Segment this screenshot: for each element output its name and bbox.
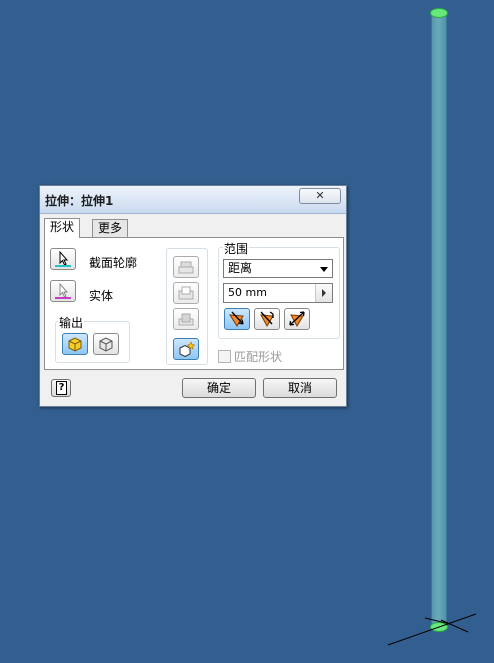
cut-icon bbox=[178, 286, 194, 300]
extents-type-value: 距离 bbox=[228, 261, 253, 275]
join-icon bbox=[178, 261, 194, 274]
close-icon: ✕ bbox=[315, 189, 325, 202]
new-solid-icon bbox=[179, 341, 195, 357]
dialog-titlebar[interactable]: 拉伸：拉伸1 ✕ bbox=[40, 186, 346, 214]
join-button[interactable] bbox=[173, 256, 199, 278]
ok-button[interactable]: 确定 bbox=[182, 378, 256, 398]
symmetric-button[interactable] bbox=[284, 308, 310, 330]
new-solid-button[interactable] bbox=[173, 338, 199, 360]
solid-label: 实体 bbox=[89, 289, 114, 303]
tab-more[interactable]: 更多 bbox=[92, 219, 129, 237]
output-solid-button[interactable] bbox=[62, 333, 88, 355]
cursor-arrow-icon bbox=[55, 251, 71, 267]
direction-1-button[interactable] bbox=[224, 308, 250, 330]
extrude-dialog: 拉伸：拉伸1 ✕ 形状 更多 截面轮廓 实体 输出 范围 距离 50 mm 匹配… bbox=[39, 185, 347, 407]
intersect-icon bbox=[178, 313, 194, 326]
help-button[interactable]: ? bbox=[51, 379, 71, 397]
distance-value: 50 mm bbox=[228, 286, 267, 299]
cut-button[interactable] bbox=[173, 282, 199, 304]
extents-group-title: 范围 bbox=[223, 240, 250, 257]
intersect-button[interactable] bbox=[173, 308, 199, 330]
help-icon: ? bbox=[56, 381, 67, 395]
direction-2-button[interactable] bbox=[254, 308, 280, 330]
cancel-button[interactable]: 取消 bbox=[263, 378, 337, 398]
profile-select-button[interactable] bbox=[50, 248, 76, 270]
surface-cube-icon bbox=[99, 337, 113, 352]
profile-label: 截面轮廓 bbox=[89, 256, 138, 270]
cursor-arrow-icon bbox=[55, 283, 71, 299]
dialog-title: 拉伸：拉伸1 bbox=[45, 194, 114, 208]
output-group-title: 输出 bbox=[58, 314, 85, 331]
chevron-down-icon bbox=[320, 267, 328, 272]
direction-2-icon bbox=[260, 311, 274, 327]
match-shape-checkbox[interactable] bbox=[218, 350, 231, 363]
tab-shape[interactable]: 形状 bbox=[44, 218, 81, 238]
shape-tab-panel: 截面轮廓 实体 输出 范围 距离 50 mm 匹配形状 bbox=[44, 237, 344, 370]
extents-type-select[interactable]: 距离 bbox=[223, 259, 333, 278]
distance-input[interactable]: 50 mm bbox=[223, 283, 333, 303]
solid-select-button[interactable] bbox=[50, 280, 76, 302]
solid-cube-icon bbox=[68, 337, 82, 352]
match-shape-label: 匹配形状 bbox=[234, 350, 283, 364]
close-button[interactable]: ✕ bbox=[299, 188, 341, 204]
chevron-right-icon[interactable] bbox=[315, 284, 332, 302]
output-surface-button[interactable] bbox=[93, 333, 119, 355]
direction-1-icon bbox=[229, 311, 244, 327]
symmetric-icon bbox=[289, 311, 305, 327]
